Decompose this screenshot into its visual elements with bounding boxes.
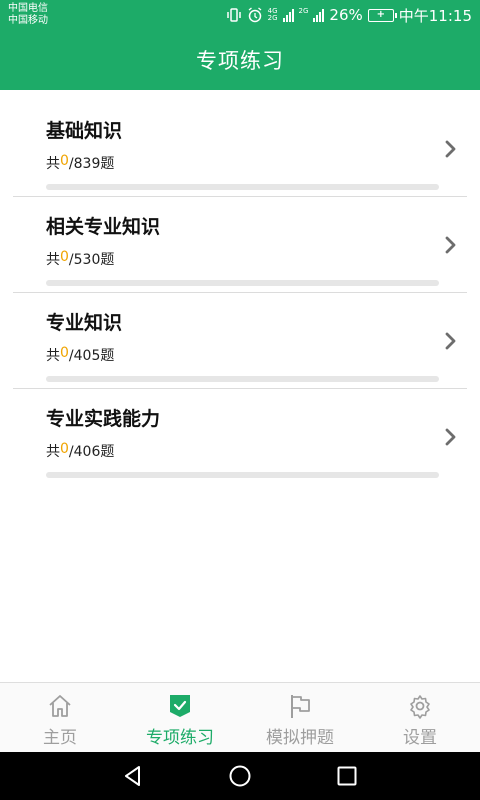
status-icons: 4G 2G 2G 26% + 中午11:15 <box>226 0 472 30</box>
count-prefix: 共 <box>46 156 60 172</box>
recents-icon[interactable] <box>335 764 359 788</box>
bottom-tab-bar: 主页 专项练习 模拟押题 设置 <box>0 682 480 752</box>
network-type-2-icon: 2G <box>298 7 309 15</box>
status-bar: 中国电信 中国移动 4G 2G 2G 26% + 中午11:15 <box>0 0 480 30</box>
tab-label: 模拟押题 <box>266 728 334 748</box>
done-count: 0 <box>60 153 69 169</box>
signal-2-icon <box>313 8 325 22</box>
tab-label: 设置 <box>403 728 437 748</box>
chevron-right-icon <box>445 236 456 254</box>
total-count: /405题 <box>68 348 115 364</box>
shield-check-icon <box>170 695 190 717</box>
chevron-right-icon <box>445 428 456 446</box>
tab-settings[interactable]: 设置 <box>360 683 480 752</box>
signal-1-icon <box>282 8 294 22</box>
total-count: /406题 <box>68 444 115 460</box>
chevron-right-icon <box>445 332 456 350</box>
question-count: 共 0 /405题 <box>46 345 114 365</box>
total-count: /530题 <box>68 252 115 268</box>
chevron-right-icon <box>445 140 456 158</box>
category-item-practice[interactable]: 专业实践能力 共 0 /406题 <box>13 389 467 485</box>
progress-bar <box>46 184 439 190</box>
tab-label: 主页 <box>43 728 77 748</box>
tab-label: 专项练习 <box>146 728 214 748</box>
category-title: 基础知识 <box>46 120 123 142</box>
screen: 中国电信 中国移动 4G 2G 2G 26% + 中午11:15 专项练习 基础… <box>0 0 480 800</box>
progress-bar <box>46 376 439 382</box>
category-item-basic[interactable]: 基础知识 共 0 /839题 <box>13 101 467 197</box>
vibrate-icon <box>226 7 242 23</box>
total-count: /839题 <box>68 156 115 172</box>
done-count: 0 <box>60 345 69 361</box>
battery-percent-label: 26% <box>329 6 363 24</box>
question-count: 共 0 /839题 <box>46 153 114 173</box>
question-count: 共 0 /406题 <box>46 441 114 461</box>
count-prefix: 共 <box>46 252 60 268</box>
category-item-professional[interactable]: 专业知识 共 0 /405题 <box>13 293 467 389</box>
tab-home[interactable]: 主页 <box>0 683 120 752</box>
app-bar: 专项练习 <box>0 30 480 90</box>
progress-bar <box>46 472 439 478</box>
category-title: 相关专业知识 <box>46 216 161 238</box>
category-title: 专业知识 <box>46 312 123 334</box>
done-count: 0 <box>60 249 69 265</box>
carrier-2-label: 中国移动 <box>8 15 48 26</box>
category-title: 专业实践能力 <box>46 408 161 430</box>
tab-mock-exam[interactable]: 模拟押题 <box>240 683 360 752</box>
carrier-1-label: 中国电信 <box>8 3 48 14</box>
page-title: 专项练习 <box>196 49 284 73</box>
home-icon <box>49 695 71 717</box>
category-list: 基础知识 共 0 /839题 相关专业知识 共 0 /530题 专业知识 共 0… <box>0 101 480 485</box>
flag-icon <box>291 695 310 718</box>
tab-practice[interactable]: 专项练习 <box>120 683 240 752</box>
question-count: 共 0 /530题 <box>46 249 114 269</box>
system-nav-bar <box>0 752 480 800</box>
clock-label: 中午11:15 <box>398 6 472 25</box>
network-type-icon: 4G 2G <box>267 7 278 22</box>
count-prefix: 共 <box>46 444 60 460</box>
count-prefix: 共 <box>46 348 60 364</box>
category-item-related[interactable]: 相关专业知识 共 0 /530题 <box>13 197 467 293</box>
home-circle-icon[interactable] <box>228 764 252 788</box>
progress-bar <box>46 280 439 286</box>
battery-icon: + <box>367 8 397 22</box>
gear-icon <box>410 695 430 719</box>
done-count: 0 <box>60 441 69 457</box>
alarm-icon <box>247 7 263 23</box>
back-icon[interactable] <box>121 764 145 788</box>
